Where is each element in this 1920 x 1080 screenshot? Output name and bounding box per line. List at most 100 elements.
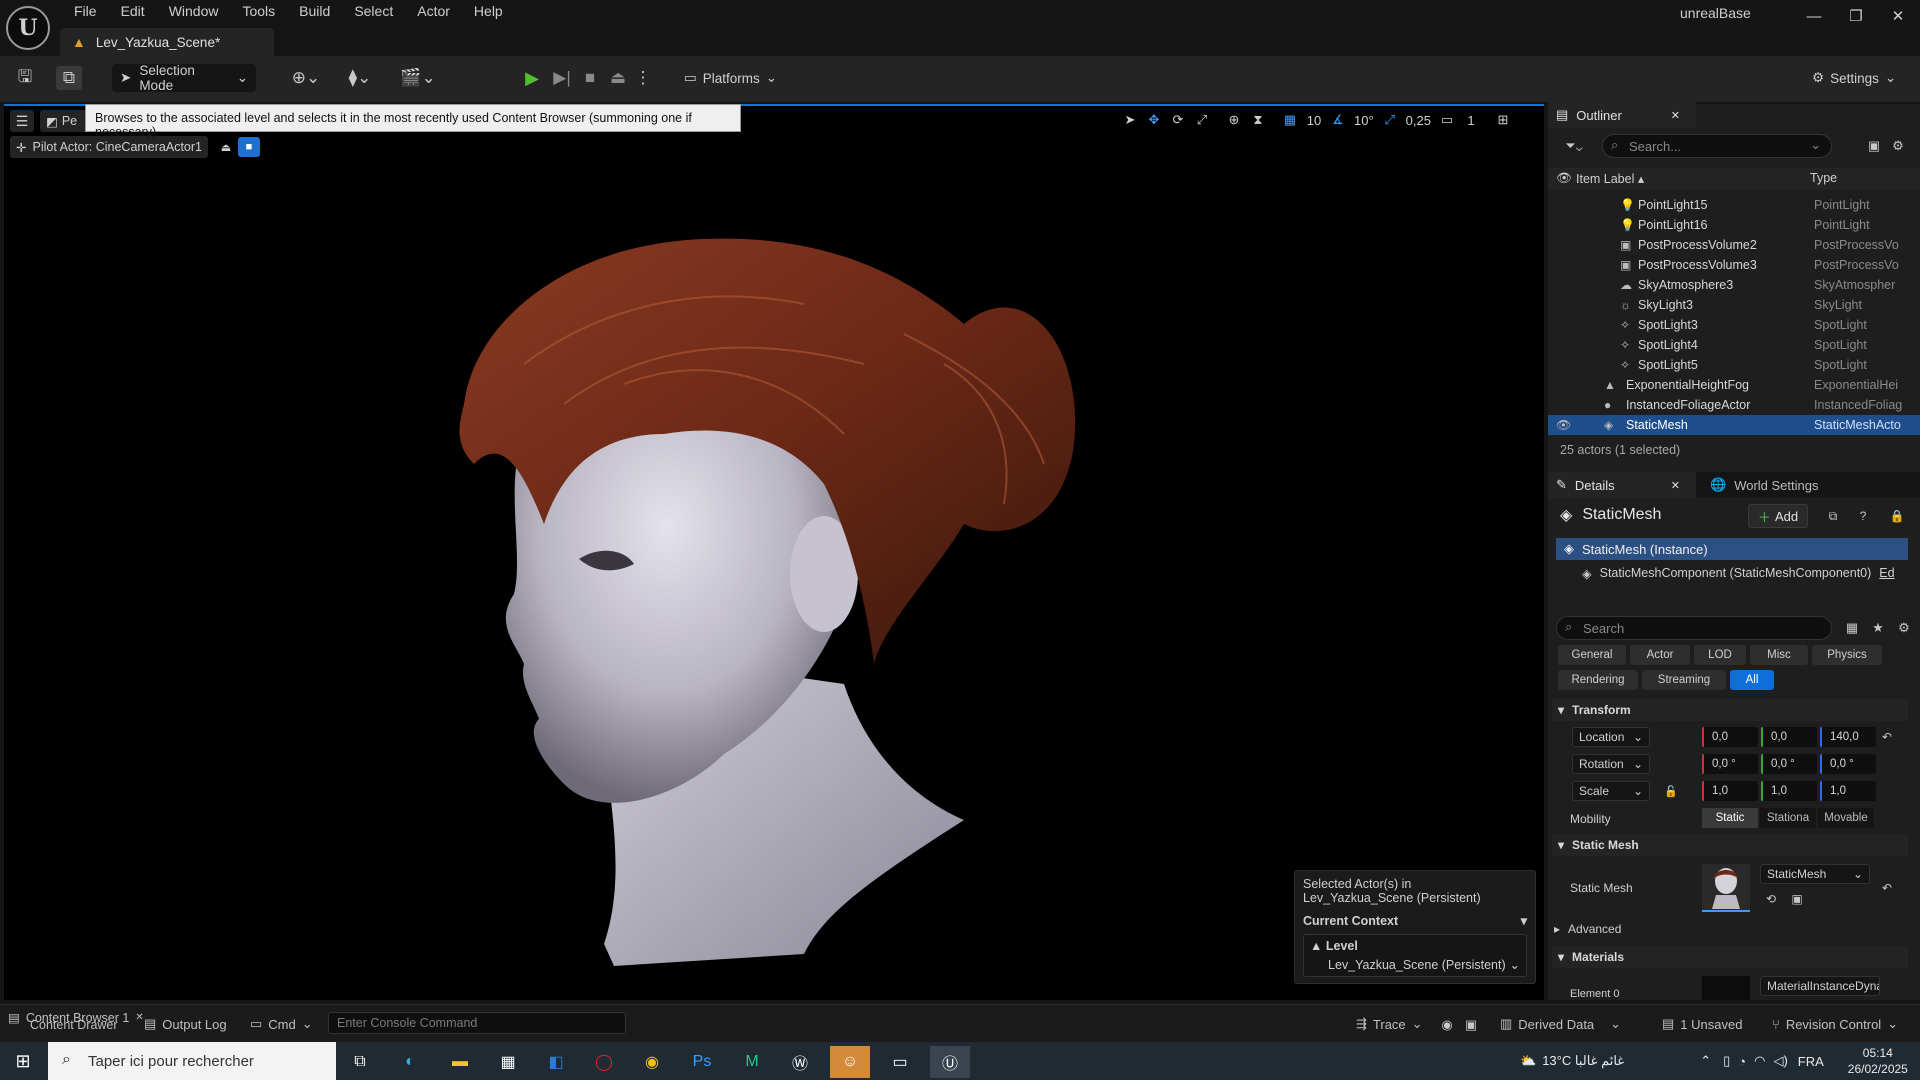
reset-icon[interactable]: ↶: [1878, 878, 1896, 898]
outliner-row[interactable]: ✧ SpotLight5 SpotLight: [1548, 355, 1920, 375]
filter-actor[interactable]: Actor: [1630, 645, 1690, 665]
cmd-dropdown[interactable]: ▭ Cmd ⌄: [250, 1016, 313, 1032]
camera-view-icon[interactable]: ■: [238, 137, 260, 157]
static-mesh-asset-dropdown[interactable]: StaticMesh ⌄: [1760, 864, 1870, 884]
type-column[interactable]: Type: [1810, 171, 1837, 185]
eject-pilot-icon[interactable]: ⏏: [216, 137, 236, 157]
element0-material-dropdown[interactable]: MaterialInstanceDyna: [1760, 976, 1880, 996]
mobility-movable[interactable]: Movable: [1818, 808, 1874, 828]
outliner-row-selected[interactable]: 👁 ◈ StaticMesh StaticMeshActo: [1548, 415, 1920, 435]
visibility-icon[interactable]: 👁: [1556, 418, 1571, 432]
translate-tool-icon[interactable]: ✥: [1142, 108, 1166, 132]
scale-z-field[interactable]: 1,0: [1820, 781, 1876, 801]
save-icon[interactable]: 🖫: [12, 66, 38, 90]
viewport-menu-icon[interactable]: ☰: [10, 110, 34, 132]
wifi-icon[interactable]: ◠: [1754, 1053, 1765, 1069]
filter-icon[interactable]: ⏷⌄: [1554, 136, 1594, 156]
revision-control-dropdown[interactable]: ⑂ Revision Control ⌄: [1772, 1016, 1898, 1032]
browse-level-icon[interactable]: ⧉: [56, 66, 82, 90]
perspective-dropdown[interactable]: ◩ Pe: [40, 110, 88, 132]
rotation-z-field[interactable]: 0,0 °: [1820, 754, 1876, 774]
scale-y-field[interactable]: 1,0: [1761, 781, 1817, 801]
menu-tools[interactable]: Tools: [230, 0, 287, 24]
speaker-icon[interactable]: ◁): [1773, 1053, 1787, 1069]
edit-component-link[interactable]: Ed: [1879, 566, 1894, 580]
opera-icon[interactable]: ◯: [584, 1046, 624, 1078]
component-row[interactable]: ◈ StaticMeshComponent (StaticMeshCompone…: [1582, 562, 1912, 584]
details-search-input[interactable]: ⌕ Search: [1556, 616, 1832, 640]
select-tool-icon[interactable]: ➤: [1118, 108, 1142, 132]
scale-dropdown[interactable]: Scale ⌄: [1572, 781, 1650, 801]
restore-button[interactable]: ❐: [1838, 4, 1874, 28]
close-icon[interactable]: ✕: [135, 1012, 143, 1023]
outliner-row[interactable]: ✧ SpotLight4 SpotLight: [1548, 335, 1920, 355]
rotation-snap-icon[interactable]: ∡: [1326, 108, 1350, 132]
outliner-row[interactable]: ▲ ExponentialHeightFog ExponentialHei: [1548, 375, 1920, 395]
close-window-button[interactable]: ✕: [1880, 4, 1916, 28]
unsaved-button[interactable]: ▤ 1 Unsaved: [1662, 1016, 1742, 1032]
task-view-icon[interactable]: ⧉: [340, 1046, 380, 1078]
rotation-y-field[interactable]: 0,0 °: [1761, 754, 1817, 774]
filter-general[interactable]: General: [1558, 645, 1626, 665]
layout-icon[interactable]: ⊞: [1491, 108, 1515, 132]
advanced-row[interactable]: ▸ Advanced: [1554, 922, 1621, 936]
outliner-row[interactable]: 💡 PointLight16 PointLight: [1548, 215, 1920, 235]
window-app-icon[interactable]: ▭: [880, 1046, 920, 1078]
network-icon[interactable]: ◔: [1738, 1054, 1746, 1069]
discord-icon[interactable]: ☺: [830, 1046, 870, 1078]
scale-snap-icon[interactable]: ⤢: [1378, 108, 1402, 132]
trace-dropdown[interactable]: ⇶ Trace ⌄: [1356, 1016, 1423, 1032]
rotation-x-field[interactable]: 0,0 °: [1702, 754, 1758, 774]
output-log-button[interactable]: ▤ Output Log: [144, 1016, 227, 1032]
add-actor-icon[interactable]: ⊕⌄: [286, 66, 326, 90]
screenshot-icon[interactable]: ▣: [1462, 1016, 1480, 1034]
add-folder-icon[interactable]: ▣: [1864, 136, 1884, 156]
filter-streaming[interactable]: Streaming: [1642, 670, 1726, 690]
outliner-row[interactable]: ☁ SkyAtmosphere3 SkyAtmospher: [1548, 275, 1920, 295]
outliner-search-input[interactable]: ⌕ Search... ⌄: [1602, 134, 1832, 158]
static-mesh-section-header[interactable]: ▾ Static Mesh: [1552, 834, 1908, 856]
mobility-static[interactable]: Static: [1702, 808, 1758, 828]
scale-snap-value[interactable]: 0,25: [1402, 108, 1435, 132]
instance-row[interactable]: ◈ StaticMesh (Instance): [1556, 538, 1908, 560]
unlock-icon[interactable]: 🔓: [1662, 781, 1680, 801]
weather-text[interactable]: 13°C غائم غالبا: [1542, 1053, 1692, 1069]
level-viewport[interactable]: [4, 104, 1544, 1000]
filter-all[interactable]: All: [1730, 670, 1774, 690]
record-icon[interactable]: ◉: [1438, 1016, 1456, 1034]
item-label-column[interactable]: Item Label ▴: [1576, 171, 1644, 186]
table-view-icon[interactable]: ▦: [1842, 618, 1862, 638]
tab-outliner[interactable]: ▤ Outliner ✕: [1548, 102, 1696, 128]
context-level-box[interactable]: ▲ Level Lev_Yazkua_Scene (Persistent) ⌄: [1303, 934, 1527, 977]
filter-lod[interactable]: LOD: [1694, 645, 1746, 665]
browse-asset-icon[interactable]: ▣: [1788, 890, 1806, 908]
location-dropdown[interactable]: Location ⌄: [1572, 727, 1650, 747]
cinematics-icon[interactable]: 🎬⌄: [398, 66, 438, 90]
mobility-stationary[interactable]: Stationa: [1760, 808, 1816, 828]
menu-edit[interactable]: Edit: [109, 0, 157, 24]
static-mesh-thumbnail[interactable]: [1702, 864, 1750, 912]
battery-icon[interactable]: ▯: [1723, 1053, 1730, 1069]
context-level-dropdown[interactable]: Lev_Yazkua_Scene (Persistent) ⌄: [1310, 957, 1520, 973]
grid-snap-value[interactable]: 10: [1302, 108, 1326, 132]
camera-speed-value[interactable]: 1: [1459, 108, 1483, 132]
step-icon[interactable]: ▶|: [550, 66, 574, 90]
grid-snap-icon[interactable]: ▦: [1278, 108, 1302, 132]
visibility-icon[interactable]: 👁: [1556, 171, 1572, 186]
menu-window[interactable]: Window: [157, 0, 231, 24]
reset-icon[interactable]: ↶: [1878, 727, 1896, 747]
windows-search-input[interactable]: ⌕ Taper ici pour rechercher: [48, 1042, 336, 1080]
rotation-dropdown[interactable]: Rotation ⌄: [1572, 754, 1650, 774]
word-app-icon[interactable]: Ⓦ: [780, 1046, 820, 1078]
console-command-input[interactable]: Enter Console Command: [328, 1012, 626, 1034]
camera-speed-icon[interactable]: ▭: [1435, 108, 1459, 132]
outlook-icon[interactable]: ◧: [536, 1046, 576, 1078]
store-icon[interactable]: ▦: [488, 1046, 528, 1078]
add-component-button[interactable]: ＋ Add: [1748, 504, 1808, 528]
menu-select[interactable]: Select: [342, 0, 405, 24]
clock[interactable]: 05:14 26/02/2025: [1848, 1045, 1908, 1077]
outliner-row[interactable]: ▣ PostProcessVolume2 PostProcessVo: [1548, 235, 1920, 255]
use-selected-icon[interactable]: ⟲: [1762, 890, 1780, 908]
close-icon[interactable]: ✕: [1671, 109, 1680, 122]
transform-section-header[interactable]: ▾ Transform: [1552, 699, 1908, 721]
